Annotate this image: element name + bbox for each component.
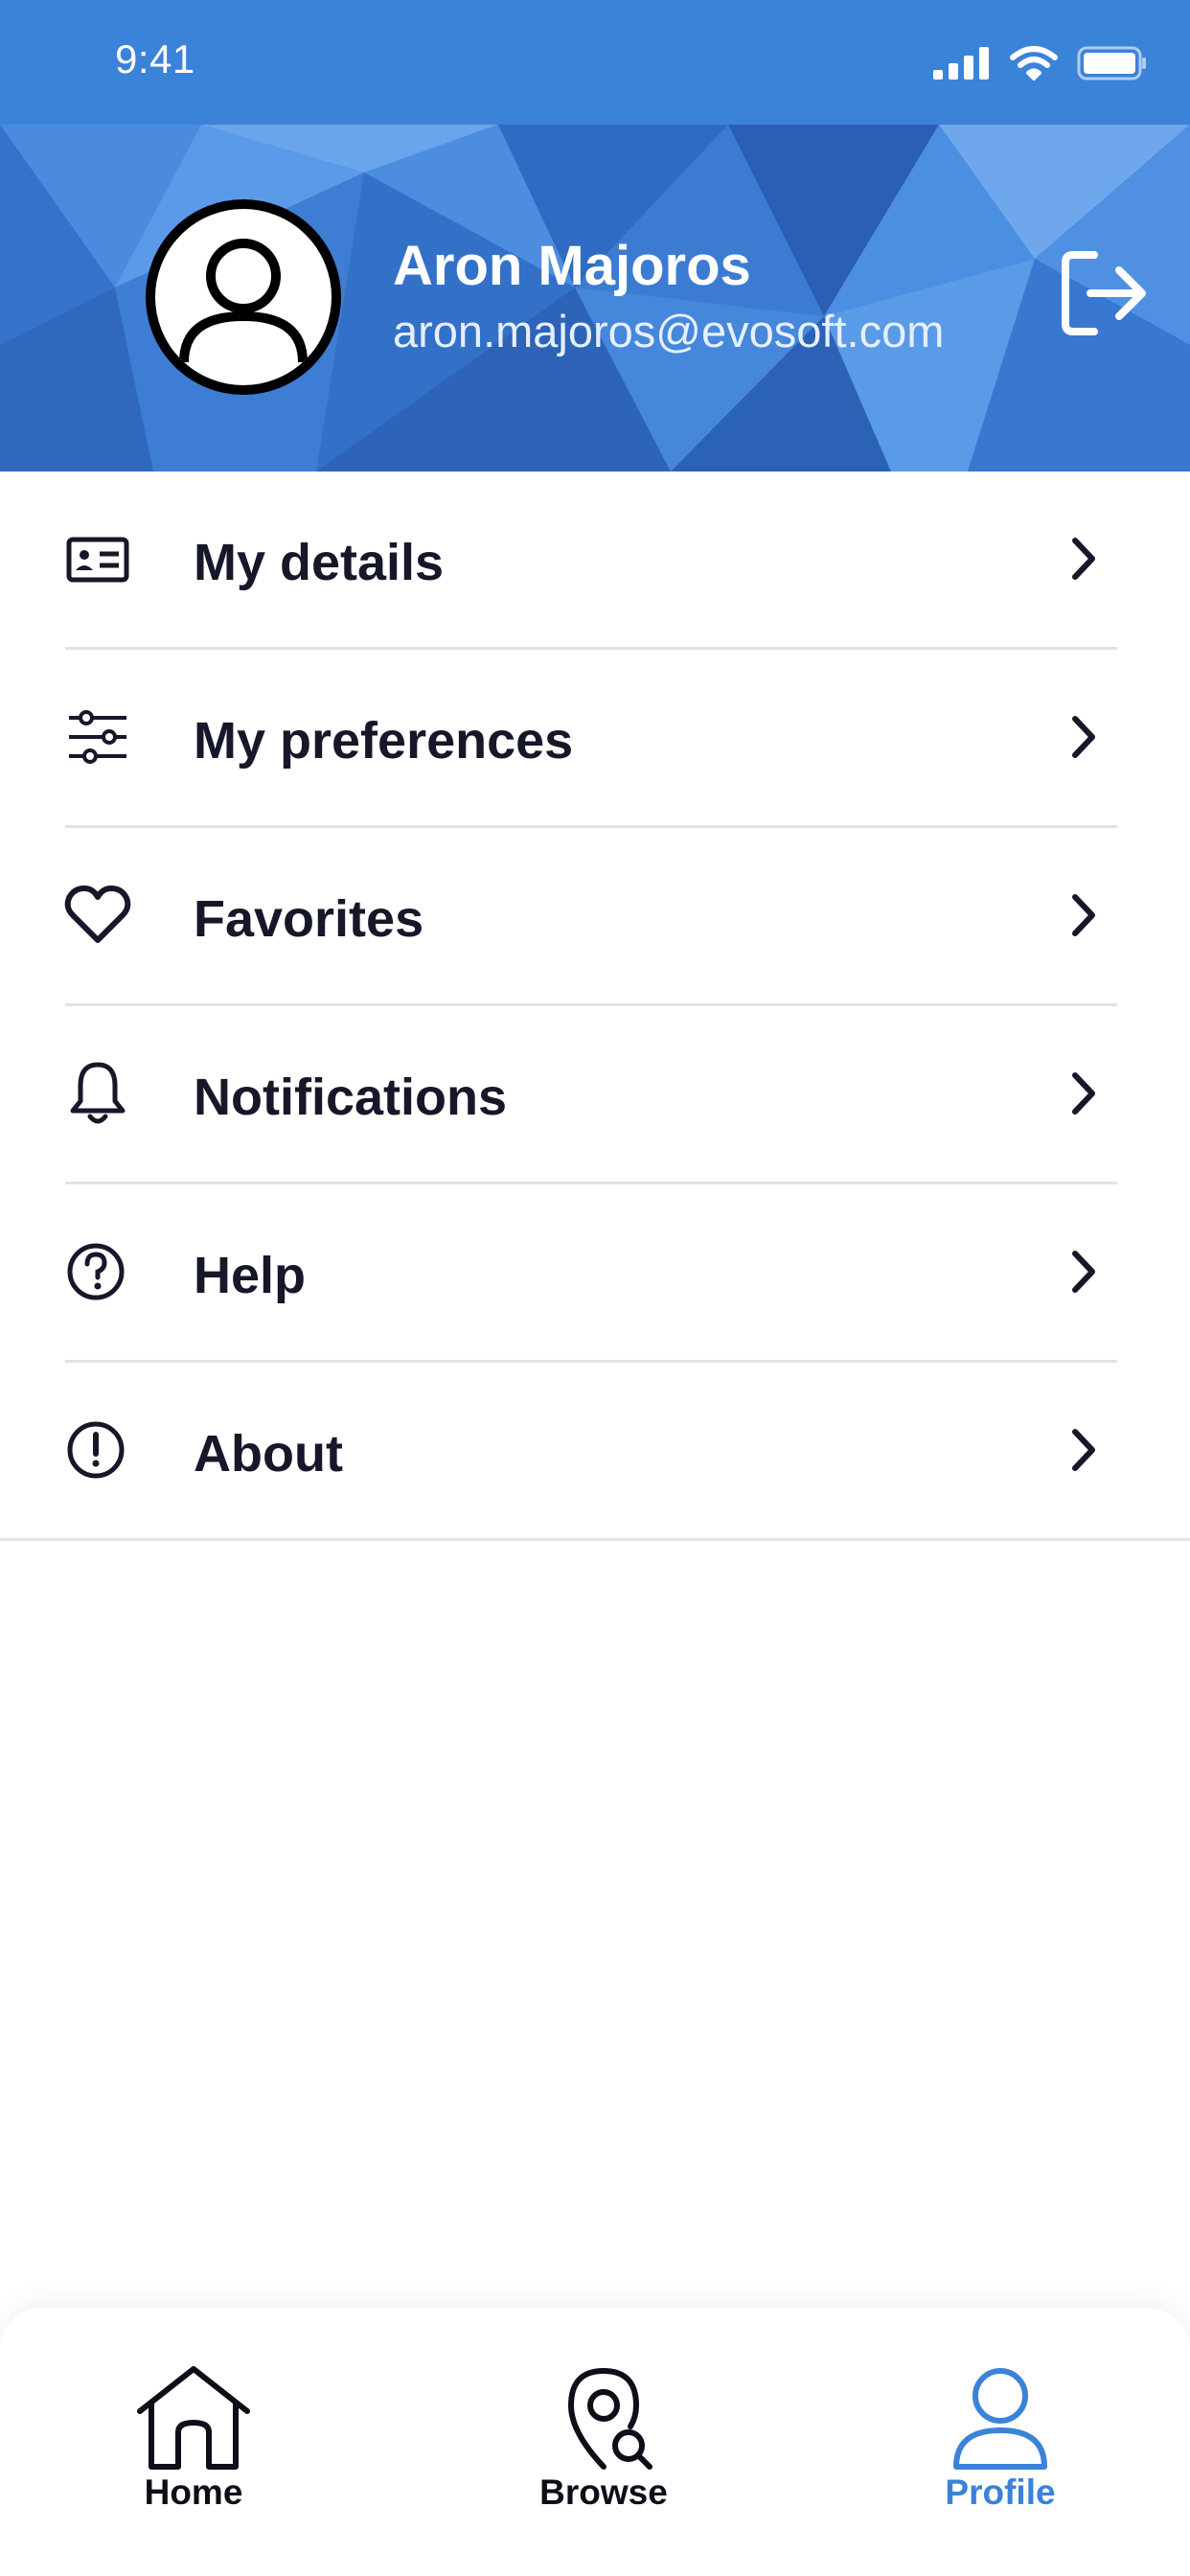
- tab-label: Browse: [539, 2472, 668, 2512]
- profile-menu: My details My preferences Favorites Noti…: [0, 472, 1190, 1541]
- chevron-right-icon: [1065, 1248, 1104, 1296]
- id-card-icon: [61, 522, 134, 595]
- user-silhouette-icon: [179, 239, 308, 363]
- chevron-right-icon: [1065, 1070, 1104, 1117]
- exclamation-circle-icon: [61, 1414, 134, 1486]
- heart-icon: [61, 879, 134, 952]
- menu-item-about[interactable]: About: [0, 1363, 1190, 1541]
- person-icon: [953, 2368, 1047, 2470]
- menu-item-label: Help: [194, 1247, 307, 1304]
- chevron-right-icon: [1065, 713, 1104, 761]
- menu-item-my-preferences[interactable]: My preferences: [0, 650, 1190, 828]
- menu-item-my-details[interactable]: My details: [0, 472, 1190, 650]
- battery-icon: [1077, 46, 1146, 80]
- profile-header: 9:41 Aron Majoros aron.majoros@evosoft.c…: [0, 0, 1190, 472]
- avatar[interactable]: [146, 199, 341, 395]
- menu-item-favorites[interactable]: Favorites: [0, 828, 1190, 1006]
- question-circle-icon: [61, 1235, 134, 1308]
- menu-item-label: My preferences: [194, 712, 574, 770]
- signal-icon: [933, 47, 989, 80]
- tab-browse[interactable]: Browse: [489, 2365, 719, 2557]
- logout-button[interactable]: [1056, 247, 1152, 339]
- map-search-icon: [568, 2368, 652, 2470]
- menu-item-help[interactable]: Help: [0, 1184, 1190, 1363]
- user-email: aron.majoros@evosoft.com: [393, 306, 945, 356]
- tab-profile[interactable]: Profile: [885, 2365, 1115, 2557]
- status-bar: 9:41: [0, 0, 1190, 125]
- chevron-right-icon: [1065, 535, 1104, 583]
- menu-item-label: Favorites: [194, 890, 424, 948]
- logout-icon: [1062, 251, 1146, 335]
- chevron-right-icon: [1065, 891, 1104, 939]
- home-icon: [137, 2366, 250, 2470]
- sliders-icon: [61, 701, 134, 773]
- tab-home[interactable]: Home: [79, 2365, 309, 2557]
- tab-label: Profile: [945, 2472, 1056, 2512]
- chevron-right-icon: [1065, 1426, 1104, 1474]
- wifi-icon: [1010, 46, 1058, 80]
- menu-item-label: My details: [194, 534, 445, 591]
- menu-item-notifications[interactable]: Notifications: [0, 1006, 1190, 1184]
- menu-item-label: About: [194, 1425, 343, 1483]
- status-icons: [933, 42, 1148, 84]
- bell-icon: [61, 1057, 134, 1130]
- tab-label: Home: [144, 2472, 243, 2512]
- bottom-tab-bar: Home Browse Profile: [0, 2308, 1190, 2576]
- divider: [0, 1538, 1190, 1541]
- user-name: Aron Majoros: [393, 235, 751, 297]
- menu-item-label: Notifications: [194, 1069, 508, 1126]
- status-time: 9:41: [115, 36, 195, 81]
